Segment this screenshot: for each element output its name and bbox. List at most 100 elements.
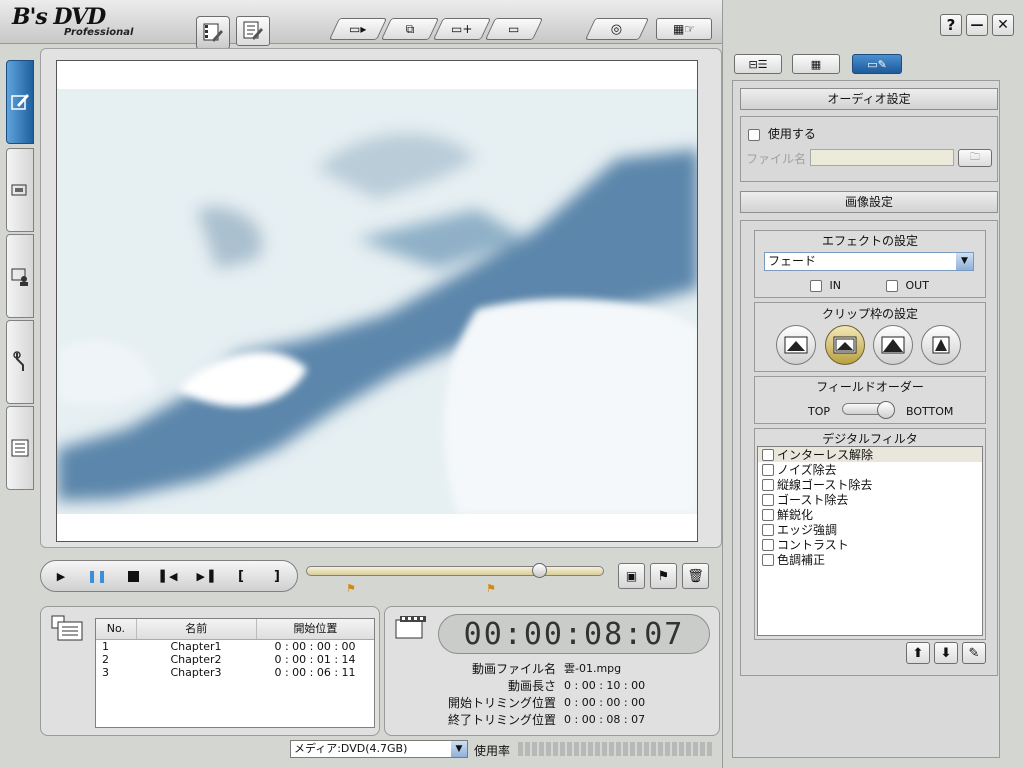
checkbox-box[interactable] — [762, 448, 774, 461]
encode-button[interactable]: ▭▸ — [328, 18, 388, 40]
audio-settings-header: オーディオ設定 — [740, 88, 998, 110]
edit-mode-tab[interactable] — [196, 16, 230, 50]
trim-end-label: 終了トリミング位置 — [447, 713, 556, 727]
disc-button[interactable]: ◎ — [584, 18, 650, 40]
snapshot-button[interactable]: ▣ — [618, 563, 645, 589]
list-icon — [11, 439, 29, 457]
play-button[interactable]: ▶ — [48, 564, 74, 588]
wrench-icon — [13, 351, 24, 371]
mountain-frame-tall-icon — [932, 336, 950, 354]
seek-bar[interactable] — [306, 566, 604, 576]
clip-frame-option-3[interactable] — [873, 325, 913, 365]
filename-value: 雲-01.mpg — [564, 662, 622, 675]
effect-in-checkbox[interactable]: IN — [810, 279, 841, 292]
toggle-knob[interactable] — [877, 401, 895, 419]
audio-file-field[interactable] — [810, 149, 954, 166]
checkbox-box[interactable] — [762, 463, 774, 476]
checkbox-box[interactable] — [762, 478, 774, 491]
checkbox-box[interactable] — [762, 523, 774, 536]
column-no: No. — [96, 619, 137, 639]
move-up-button[interactable]: ⬆ — [906, 642, 930, 664]
stop-button[interactable] — [120, 564, 146, 588]
panel-tab-grid[interactable]: ▦ — [792, 54, 840, 74]
field-order-toggle[interactable] — [842, 401, 895, 419]
checkbox-box[interactable] — [748, 128, 760, 141]
checkbox-box[interactable] — [762, 538, 774, 551]
help-button[interactable]: ? — [940, 14, 962, 36]
video-clip-icon — [11, 184, 27, 196]
chapter-table[interactable]: No. 名前 開始位置 1 Chapter1 0 : 00 : 00 : 00 … — [95, 618, 375, 728]
edit-filter-button[interactable]: ✎ — [962, 642, 986, 664]
filter-item-label: 色調補正 — [777, 553, 826, 567]
checkbox-box[interactable] — [762, 553, 774, 566]
chevron-down-icon[interactable]: ▼ — [451, 741, 467, 757]
table-row[interactable]: 1 Chapter1 0 : 00 : 00 : 00 — [96, 640, 374, 653]
step-forward-button[interactable]: ▶▐ — [192, 564, 218, 588]
pause-button[interactable]: ❚❚ — [84, 564, 110, 588]
save-button[interactable]: ▭ — [484, 18, 544, 40]
side-tab-menu[interactable] — [6, 234, 34, 318]
checkbox-box[interactable] — [810, 280, 822, 292]
checkbox-box[interactable] — [762, 508, 774, 521]
column-start: 開始位置 — [293, 622, 338, 635]
trim-end-value: 0 : 00 : 08 : 07 — [564, 713, 646, 726]
filter-item-vertical-ghost[interactable]: 縦線ゴースト除去 — [758, 477, 982, 492]
grid-icon: ▦ — [810, 57, 822, 71]
side-tab-list[interactable] — [6, 406, 34, 490]
checkbox-box[interactable] — [886, 280, 898, 292]
effect-out-checkbox[interactable]: OUT — [886, 279, 929, 292]
table-row[interactable]: 2 Chapter2 0 : 00 : 01 : 14 — [96, 653, 374, 666]
save-icon: ▭ — [508, 22, 520, 36]
table-row[interactable]: 3 Chapter3 0 : 00 : 06 : 11 — [96, 666, 374, 679]
effect-select[interactable]: フェード ▼ — [764, 252, 974, 271]
add-icon: ▭+ — [451, 22, 473, 36]
filter-item-color[interactable]: 色調補正 — [758, 552, 982, 567]
side-tab-edit[interactable] — [6, 60, 34, 144]
flag-icon: ⚑ — [657, 568, 670, 584]
audio-browse-button[interactable]: 🗀 — [958, 149, 992, 167]
audio-use-checkbox[interactable]: 使用する — [748, 125, 816, 142]
filter-item-sharpen[interactable]: 鮮鋭化 — [758, 507, 982, 522]
checkbox-box[interactable] — [762, 493, 774, 506]
filter-item-deinterlace[interactable]: インターレス解除 — [758, 447, 982, 462]
close-button[interactable]: ✕ — [992, 14, 1014, 36]
list-edit-tab[interactable] — [236, 16, 270, 46]
filter-item-noise[interactable]: ノイズ除去 — [758, 462, 982, 477]
chapter-table-header: No. 名前 開始位置 — [96, 619, 374, 640]
media-select[interactable]: メディア:DVD(4.7GB) ▼ — [290, 740, 468, 758]
bracket-close-icon: ] — [274, 568, 280, 584]
pencil-icon: ✎ — [968, 645, 980, 661]
mark-out-button[interactable]: ] — [264, 564, 290, 588]
mark-in-button[interactable]: [ — [228, 564, 254, 588]
arrow-up-icon: ⬆ — [912, 645, 924, 661]
add-chapter-button[interactable]: ⚑ — [650, 563, 677, 589]
step-back-button[interactable]: ▌◀ — [156, 564, 182, 588]
delete-button[interactable]: 🗑 — [682, 563, 709, 589]
chapter-list-icon — [50, 614, 86, 644]
row-no: 3 — [102, 666, 109, 679]
filter-item-edge[interactable]: エッジ強調 — [758, 522, 982, 537]
digital-filter-list[interactable]: インターレス解除 ノイズ除去 縦線ゴースト除去 ゴースト除去 鮮鋭化 エッジ強調… — [757, 446, 983, 636]
side-tab-video[interactable] — [6, 148, 34, 232]
panel-tab-edit[interactable]: ▭✎ — [852, 54, 902, 74]
video-preview — [56, 60, 698, 542]
copy-button[interactable]: ⧉ — [380, 18, 440, 40]
filter-item-contrast[interactable]: コントラスト — [758, 537, 982, 552]
minimize-button[interactable]: — — [966, 14, 988, 36]
field-order-top-label: TOP — [808, 405, 831, 418]
clip-frame-option-2[interactable] — [825, 325, 865, 365]
app-logo: B's DVD Professional — [12, 6, 162, 40]
column-name: 名前 — [137, 619, 257, 639]
clip-frame-option-4[interactable] — [921, 325, 961, 365]
add-button[interactable]: ▭+ — [432, 18, 492, 40]
filter-item-ghost[interactable]: ゴースト除去 — [758, 492, 982, 507]
side-tab-settings[interactable] — [6, 320, 34, 404]
move-down-button[interactable]: ⬇ — [934, 642, 958, 664]
clip-frame-option-1[interactable] — [776, 325, 816, 365]
chevron-down-icon[interactable]: ▼ — [956, 253, 973, 270]
effect-header: エフェクトの設定 — [821, 234, 918, 248]
row-name: Chapter1 — [170, 640, 222, 653]
capture-button[interactable]: ▦☞ — [656, 18, 712, 40]
pause-icon: ❚❚ — [86, 569, 108, 583]
panel-tab-tree[interactable]: ⊟☰ — [734, 54, 782, 74]
